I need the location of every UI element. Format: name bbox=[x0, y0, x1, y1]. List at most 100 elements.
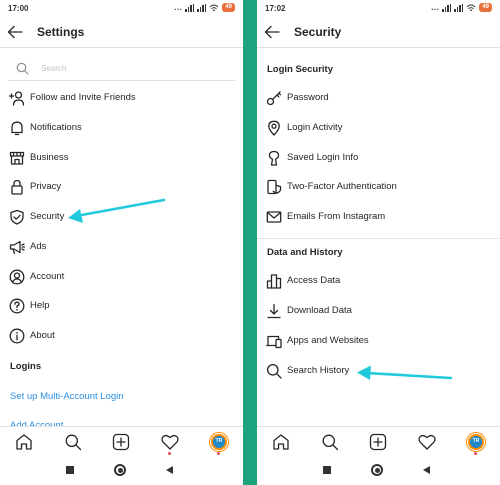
menu-label: About bbox=[30, 330, 55, 341]
multi-account-login-link[interactable]: Set up Multi-Account Login bbox=[10, 391, 124, 402]
back-arrow-icon[interactable] bbox=[263, 24, 281, 40]
heart-icon[interactable] bbox=[161, 433, 179, 451]
search-icon bbox=[16, 62, 29, 75]
home-button[interactable] bbox=[371, 464, 383, 476]
menu-item-download-data[interactable]: Download Data bbox=[257, 300, 500, 324]
bell-icon bbox=[11, 121, 23, 136]
menu-label: Security bbox=[30, 211, 65, 222]
avatar-initials: TR bbox=[213, 436, 225, 448]
menu-item-emails[interactable]: Emails From Instagram bbox=[257, 206, 500, 230]
mail-icon bbox=[266, 211, 282, 223]
menu-label: Two-Factor Authentication bbox=[287, 181, 397, 192]
back-button[interactable] bbox=[423, 466, 430, 474]
annotation-arrow bbox=[357, 365, 453, 380]
menu-label: Notifications bbox=[30, 122, 82, 133]
lock-icon bbox=[11, 179, 23, 195]
home-icon[interactable] bbox=[15, 433, 33, 451]
shield-icon bbox=[10, 209, 24, 225]
menu-label: Search History bbox=[287, 365, 350, 376]
menu-item-saved-login-info[interactable]: Saved Login Info bbox=[257, 147, 500, 171]
status-bar: 17:00 ... 49 bbox=[0, 0, 243, 18]
menu-label: Emails From Instagram bbox=[287, 211, 386, 222]
settings-screen: 17:00 ... 49 Settings Search Follow and … bbox=[0, 0, 243, 485]
notification-dot bbox=[217, 452, 220, 455]
search-icon[interactable] bbox=[321, 433, 339, 451]
menu-label: Follow and Invite Friends bbox=[30, 92, 136, 103]
signal-icon bbox=[454, 3, 464, 12]
megaphone-icon bbox=[9, 240, 26, 255]
status-icons: ... 49 bbox=[174, 3, 235, 12]
recent-apps-button[interactable] bbox=[323, 466, 331, 474]
bottom-tab-bar: TR bbox=[0, 426, 243, 458]
add-post-icon[interactable] bbox=[112, 433, 130, 451]
signal-icon bbox=[197, 3, 207, 12]
top-bar: Security bbox=[257, 18, 500, 48]
section-heading-logins: Logins bbox=[10, 361, 42, 372]
menu-item-notifications[interactable]: Notifications bbox=[0, 117, 243, 141]
battery-icon: 49 bbox=[479, 3, 492, 12]
search-bar[interactable]: Search bbox=[8, 59, 235, 81]
account-icon bbox=[9, 269, 25, 285]
back-arrow-icon[interactable] bbox=[6, 24, 24, 40]
heart-icon[interactable] bbox=[418, 433, 436, 451]
menu-label: Password bbox=[287, 92, 329, 103]
security-screen: 17:02 ... 49 Security Login Security Pas… bbox=[257, 0, 500, 485]
menu-item-login-activity[interactable]: Login Activity bbox=[257, 117, 500, 141]
avatar-initials: TR bbox=[470, 436, 482, 448]
home-icon[interactable] bbox=[272, 433, 290, 451]
add-user-icon bbox=[8, 91, 25, 106]
more-icon: ... bbox=[431, 3, 440, 12]
search-icon[interactable] bbox=[64, 433, 82, 451]
status-icons: ... 49 bbox=[431, 3, 492, 12]
back-button[interactable] bbox=[166, 466, 173, 474]
keyhole-icon bbox=[268, 150, 280, 166]
phone-shield-icon bbox=[267, 179, 282, 195]
system-nav-bar bbox=[0, 458, 243, 485]
bottom-tab-bar: TR bbox=[257, 426, 500, 458]
menu-item-apps-websites[interactable]: Apps and Websites bbox=[257, 330, 500, 354]
menu-item-access-data[interactable]: Access Data bbox=[257, 270, 500, 294]
menu-label: Account bbox=[30, 271, 65, 282]
menu-item-help[interactable]: Help bbox=[0, 295, 243, 319]
notification-dot bbox=[474, 452, 477, 455]
menu-label: Download Data bbox=[287, 305, 352, 316]
search-placeholder: Search bbox=[41, 64, 67, 73]
section-heading-data-history: Data and History bbox=[267, 247, 343, 258]
profile-avatar[interactable]: TR bbox=[467, 433, 485, 451]
section-heading-login-security: Login Security bbox=[267, 64, 333, 75]
page-title: Security bbox=[294, 25, 342, 39]
menu-label: Apps and Websites bbox=[287, 335, 369, 346]
status-bar: 17:02 ... 49 bbox=[257, 0, 500, 18]
help-icon bbox=[9, 298, 25, 314]
annotation-arrow bbox=[68, 198, 166, 223]
menu-label: Saved Login Info bbox=[287, 152, 359, 163]
wifi-icon bbox=[209, 4, 219, 11]
menu-label: Help bbox=[30, 300, 50, 311]
wifi-icon bbox=[466, 4, 476, 11]
recent-apps-button[interactable] bbox=[66, 466, 74, 474]
menu-label: Login Activity bbox=[287, 122, 343, 133]
battery-icon: 49 bbox=[222, 3, 235, 12]
key-icon bbox=[266, 91, 282, 106]
menu-item-account[interactable]: Account bbox=[0, 266, 243, 290]
add-post-icon[interactable] bbox=[369, 433, 387, 451]
menu-item-two-factor[interactable]: Two-Factor Authentication bbox=[257, 176, 500, 200]
system-nav-bar bbox=[257, 458, 500, 485]
menu-item-follow-invite[interactable]: Follow and Invite Friends bbox=[0, 87, 243, 111]
notification-dot bbox=[168, 452, 171, 455]
menu-item-password[interactable]: Password bbox=[257, 87, 500, 111]
menu-item-about[interactable]: About bbox=[0, 325, 243, 349]
menu-label: Business bbox=[30, 152, 69, 163]
search-icon bbox=[266, 363, 282, 379]
signal-icon bbox=[442, 3, 452, 12]
more-icon: ... bbox=[174, 3, 183, 12]
profile-avatar[interactable]: TR bbox=[210, 433, 228, 451]
status-time: 17:02 bbox=[265, 4, 286, 13]
section-divider bbox=[257, 238, 500, 239]
menu-item-business[interactable]: Business bbox=[0, 147, 243, 171]
menu-label: Ads bbox=[30, 241, 47, 252]
menu-item-ads[interactable]: Ads bbox=[0, 236, 243, 260]
home-button[interactable] bbox=[114, 464, 126, 476]
menu-label: Access Data bbox=[287, 275, 341, 286]
status-time: 17:00 bbox=[8, 4, 29, 13]
